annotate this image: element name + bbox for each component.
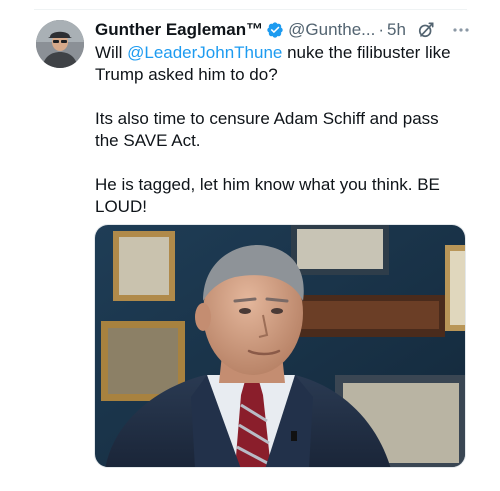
tweet-paragraph-1: Will @LeaderJohnThune nuke the filibuste… — [95, 42, 465, 86]
timestamp[interactable]: 5h — [387, 19, 406, 41]
tweet-header: Gunther Eagleman™ @Gunthe... · 5h — [95, 18, 475, 42]
text-segment: Will — [95, 43, 128, 62]
tweet-text: Will @LeaderJohnThune nuke the filibuste… — [95, 42, 465, 240]
mention-link[interactable]: @LeaderJohnThune — [127, 43, 282, 62]
avatar[interactable] — [36, 20, 84, 68]
tweet[interactable]: Gunther Eagleman™ @Gunthe... · 5h Will @… — [0, 0, 500, 491]
photo-illustration — [95, 225, 465, 467]
verified-badge-icon — [266, 21, 284, 39]
tweet-paragraph-2: Its also time to censure Adam Schiff and… — [95, 109, 439, 150]
tweet-paragraph-3: He is tagged, let him know what you thin… — [95, 175, 440, 216]
separator: · — [378, 20, 385, 39]
display-name[interactable]: Gunther Eagleman™ — [95, 19, 263, 41]
handle[interactable]: @Gunthe... — [288, 19, 375, 41]
divider — [34, 9, 467, 10]
grok-icon[interactable] — [416, 20, 436, 40]
tweet-media-image[interactable] — [94, 224, 466, 468]
avatar-photo — [36, 20, 84, 68]
more-icon[interactable] — [452, 27, 470, 33]
